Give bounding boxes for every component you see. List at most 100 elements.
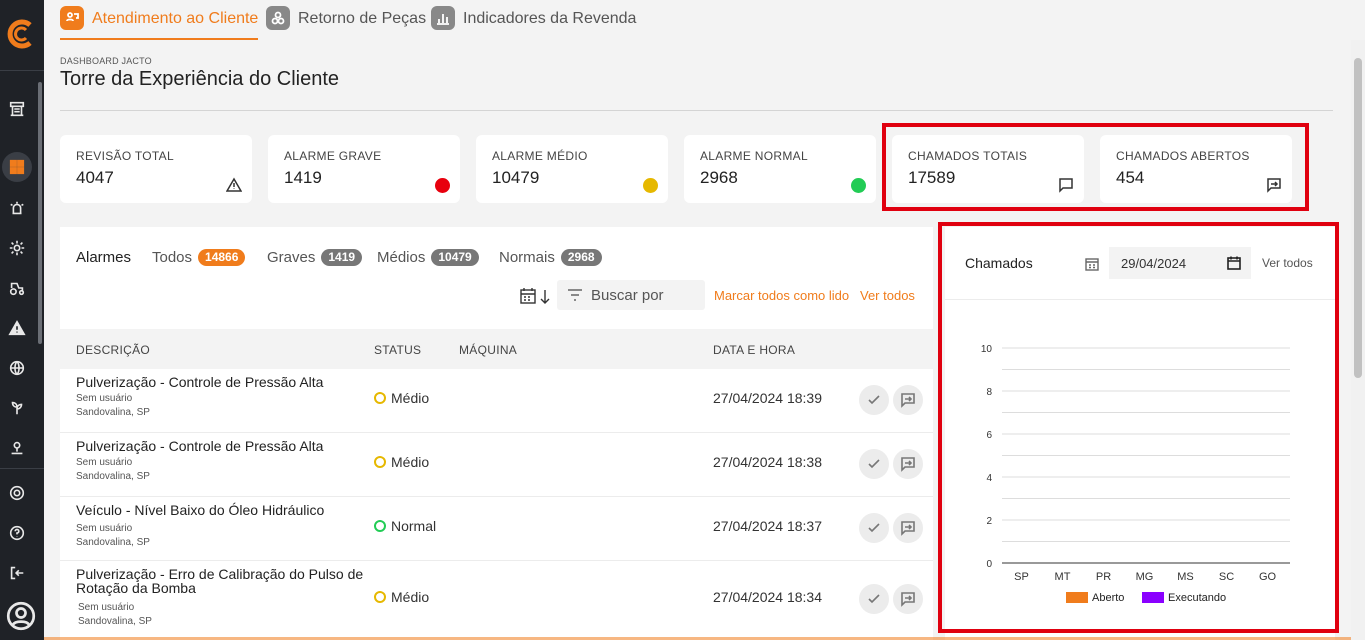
settings-cog-icon[interactable]	[6, 237, 28, 259]
calendar-sort-icon[interactable]	[520, 287, 554, 307]
status-ring-icon	[374, 392, 386, 404]
column-header[interactable]: DESCRIÇÃO	[76, 343, 150, 357]
card-label: ALARME NORMAL	[700, 149, 808, 163]
card-alarme-normal[interactable]: ALARME NORMAL 2968	[684, 135, 876, 203]
legend-label: Aberto	[1092, 592, 1124, 604]
date-picker[interactable]: 29/04/2024	[1109, 247, 1251, 279]
card-revisao-total[interactable]: REVISÃO TOTAL 4047	[60, 135, 252, 203]
sidebar-divider	[0, 468, 44, 469]
y-tick-label: 4	[986, 473, 992, 484]
filter-icon	[568, 289, 582, 301]
tab-label: Indicadores da Revenda	[463, 10, 637, 27]
main-content: DASHBOARD JACTO Torre da Experiência do …	[44, 40, 1351, 640]
open-ticket-icon	[1266, 177, 1282, 193]
y-tick-label: 0	[986, 559, 992, 570]
card-alarme-grave[interactable]: ALARME GRAVE 1419	[268, 135, 460, 203]
alarm-datetime: 27/04/2024 18:34	[713, 589, 822, 605]
y-tick-label: 8	[986, 387, 992, 398]
search-box[interactable]	[557, 280, 705, 310]
tab-indicadores[interactable]: Indicadores da Revenda	[431, 6, 636, 40]
card-value: 454	[1116, 168, 1145, 187]
column-header[interactable]: MÁQUINA	[459, 343, 517, 357]
card-value: 10479	[492, 168, 540, 187]
alarm-datetime: 27/04/2024 18:39	[713, 390, 822, 406]
page-scrollbar[interactable]	[1351, 40, 1365, 640]
dashboard-icon[interactable]	[6, 156, 28, 178]
alarm-icon[interactable]	[6, 197, 28, 219]
calendar-icon[interactable]	[1227, 256, 1241, 270]
view-all-chamados-link[interactable]: Ver todos	[1262, 256, 1313, 270]
tab-retorno-pecas[interactable]: Retorno de Peças	[266, 6, 426, 40]
status-indicator: Médio	[374, 454, 429, 470]
open-ticket-button[interactable]	[893, 449, 923, 479]
acknowledge-button[interactable]	[859, 449, 889, 479]
y-tick-label: 10	[981, 344, 993, 355]
open-ticket-icon	[901, 592, 915, 607]
tractor-icon[interactable]	[6, 277, 28, 299]
filter-normais[interactable]: Normais 2968	[499, 249, 602, 266]
gear-icon[interactable]	[6, 482, 28, 504]
column-header[interactable]: STATUS	[374, 343, 421, 357]
jacto-logo-icon[interactable]	[6, 18, 38, 50]
globe-icon[interactable]	[6, 357, 28, 379]
user-avatar-icon[interactable]	[5, 600, 37, 632]
x-tick-label: PR	[1096, 571, 1111, 583]
open-ticket-button[interactable]	[893, 584, 923, 614]
tab-label: Retorno de Peças	[298, 10, 427, 27]
chamados-chart: 0 2 4 6 8 10 SP MT PR MG MS SC GO Aberto Executando	[981, 344, 1290, 604]
card-label: CHAMADOS ABERTOS	[1116, 149, 1250, 163]
open-ticket-icon	[901, 521, 915, 536]
filter-medios[interactable]: Médios 10479	[377, 249, 479, 266]
tower-icon[interactable]	[6, 98, 28, 120]
card-chamados-totais[interactable]: CHAMADOS TOTAIS 17589	[892, 135, 1084, 203]
acknowledge-button[interactable]	[859, 584, 889, 614]
yellow-dot-icon	[642, 177, 658, 193]
sidebar-scrollbar[interactable]	[38, 82, 42, 344]
warning-icon[interactable]	[6, 317, 28, 339]
y-tick-label: 6	[986, 430, 992, 441]
status-label: Médio	[391, 390, 430, 406]
scrollbar-thumb[interactable]	[1354, 58, 1362, 378]
alarm-datetime: 27/04/2024 18:37	[713, 518, 822, 534]
table-header: DESCRIÇÃO STATUS MÁQUINA DATA E HORA	[60, 329, 933, 369]
card-label: ALARME GRAVE	[284, 149, 382, 163]
filter-todos[interactable]: Todos 14866	[152, 249, 246, 266]
plant-icon[interactable]	[6, 397, 28, 419]
tab-atendimento[interactable]: Atendimento ao Cliente	[60, 6, 259, 40]
open-ticket-button[interactable]	[893, 513, 923, 543]
logout-icon[interactable]	[6, 562, 28, 584]
status-ring-icon	[374, 456, 386, 468]
open-ticket-button[interactable]	[893, 385, 923, 415]
table-row[interactable]: Pulverização - Controle de Pressão Alta …	[60, 433, 933, 497]
location-user-icon[interactable]	[6, 437, 28, 459]
check-icon	[868, 395, 880, 405]
help-icon[interactable]	[6, 522, 28, 544]
column-header[interactable]: DATA E HORA	[713, 343, 795, 357]
card-chamados-abertos[interactable]: CHAMADOS ABERTOS 454	[1100, 135, 1292, 203]
alarm-location: Sandovalina, SP	[76, 471, 150, 482]
filter-label: Graves	[267, 249, 316, 266]
table-row[interactable]: Veículo - Nível Baixo do Óleo Hidráulico…	[60, 497, 933, 561]
status-label: Normal	[391, 518, 437, 534]
table-row[interactable]: Pulverização - Controle de Pressão Alta …	[60, 369, 933, 433]
card-label: CHAMADOS TOTAIS	[908, 149, 1028, 163]
open-ticket-icon	[901, 457, 915, 472]
acknowledge-button[interactable]	[859, 513, 889, 543]
alarm-user: Sem usuário	[76, 457, 133, 468]
acknowledge-button[interactable]	[859, 385, 889, 415]
mark-all-read-link[interactable]: Marcar todos como lido	[714, 288, 849, 303]
check-icon	[868, 459, 880, 469]
filter-label: Médios	[377, 249, 426, 266]
card-alarme-medio[interactable]: ALARME MÉDIO 10479	[476, 135, 668, 203]
view-all-alarms-link[interactable]: Ver todos	[860, 288, 915, 303]
card-label: REVISÃO TOTAL	[76, 149, 174, 163]
x-tick-label: MG	[1136, 571, 1154, 583]
alarms-panel: Alarmes Todos 14866 Graves 1419 Médios 1…	[60, 227, 933, 640]
filter-label: Todos	[152, 249, 193, 266]
red-dot-icon	[434, 177, 450, 193]
table-row[interactable]: Pulverização - Erro de Calibração do Pul…	[60, 561, 933, 640]
search-input[interactable]	[591, 286, 701, 304]
filter-label: Normais	[499, 249, 555, 266]
filter-graves[interactable]: Graves 1419	[267, 249, 363, 266]
x-tick-label: SP	[1014, 571, 1029, 583]
